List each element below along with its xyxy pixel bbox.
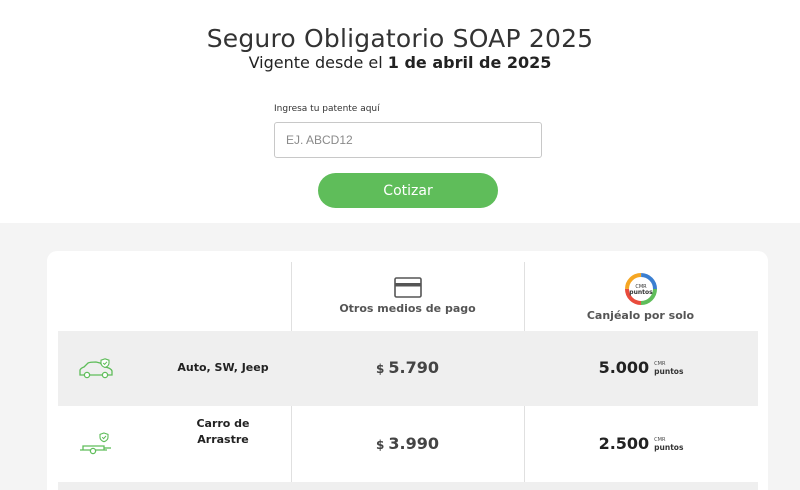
- currency-symbol: $: [376, 362, 385, 376]
- hero-section: Seguro Obligatorio SOAP 2025 Vigente des…: [0, 0, 800, 223]
- price-value: $3.990: [291, 434, 524, 453]
- table-row: [58, 482, 758, 490]
- subtitle-date: 1 de abril de 2025: [387, 53, 552, 72]
- vehicle-type-label: Carro de Arrastre: [196, 417, 250, 446]
- price-value: $5.790: [291, 358, 524, 377]
- points-amount: 5.000: [598, 358, 650, 377]
- credit-card-icon: [393, 277, 422, 298]
- patente-input[interactable]: [274, 122, 542, 158]
- points-amount: 2.500: [598, 434, 650, 453]
- currency-symbol: $: [376, 438, 385, 452]
- table-row: Auto, SW, Jeep $5.790 5.000 CMR puntos: [58, 331, 758, 406]
- subtitle-prefix: Vigente desde el: [248, 53, 383, 72]
- patente-label: Ingresa tu patente aquí: [274, 104, 380, 114]
- page-title: Seguro Obligatorio SOAP 2025: [206, 24, 594, 53]
- points-value: 2.500 CMR puntos: [524, 434, 758, 453]
- cmr-tag-unit: puntos: [654, 367, 684, 376]
- price-amount: 5.790: [388, 358, 439, 377]
- column-header-label: Otros medios de pago: [339, 302, 476, 315]
- cmr-puntos-logo: CMR puntos: [624, 273, 657, 305]
- column-header-cmr-puntos: CMR puntos Canjéalo por solo: [524, 262, 757, 322]
- car-shield-icon: [79, 358, 113, 379]
- cmr-puntos-tag: CMR puntos: [654, 361, 683, 375]
- cmr-tag-unit: puntos: [654, 443, 684, 452]
- column-header-otros-medios: Otros medios de pago: [291, 262, 524, 315]
- page-subtitle: Vigente desde el 1 de abril de 2025: [0, 53, 800, 72]
- cmr-puntos-tag: CMR puntos: [654, 437, 683, 451]
- cotizar-button[interactable]: Cotizar: [318, 173, 498, 208]
- vehicle-type-label: Auto, SW, Jeep: [177, 361, 269, 374]
- column-header-label: Canjéalo por solo: [586, 309, 695, 322]
- cmr-logo-unit: puntos: [629, 289, 653, 296]
- price-amount: 3.990: [388, 434, 439, 453]
- trailer-shield-icon: [80, 432, 111, 455]
- points-value: 5.000 CMR puntos: [524, 358, 758, 377]
- table-row: Carro de Arrastre $3.990 2.500 CMR puntos: [58, 406, 758, 482]
